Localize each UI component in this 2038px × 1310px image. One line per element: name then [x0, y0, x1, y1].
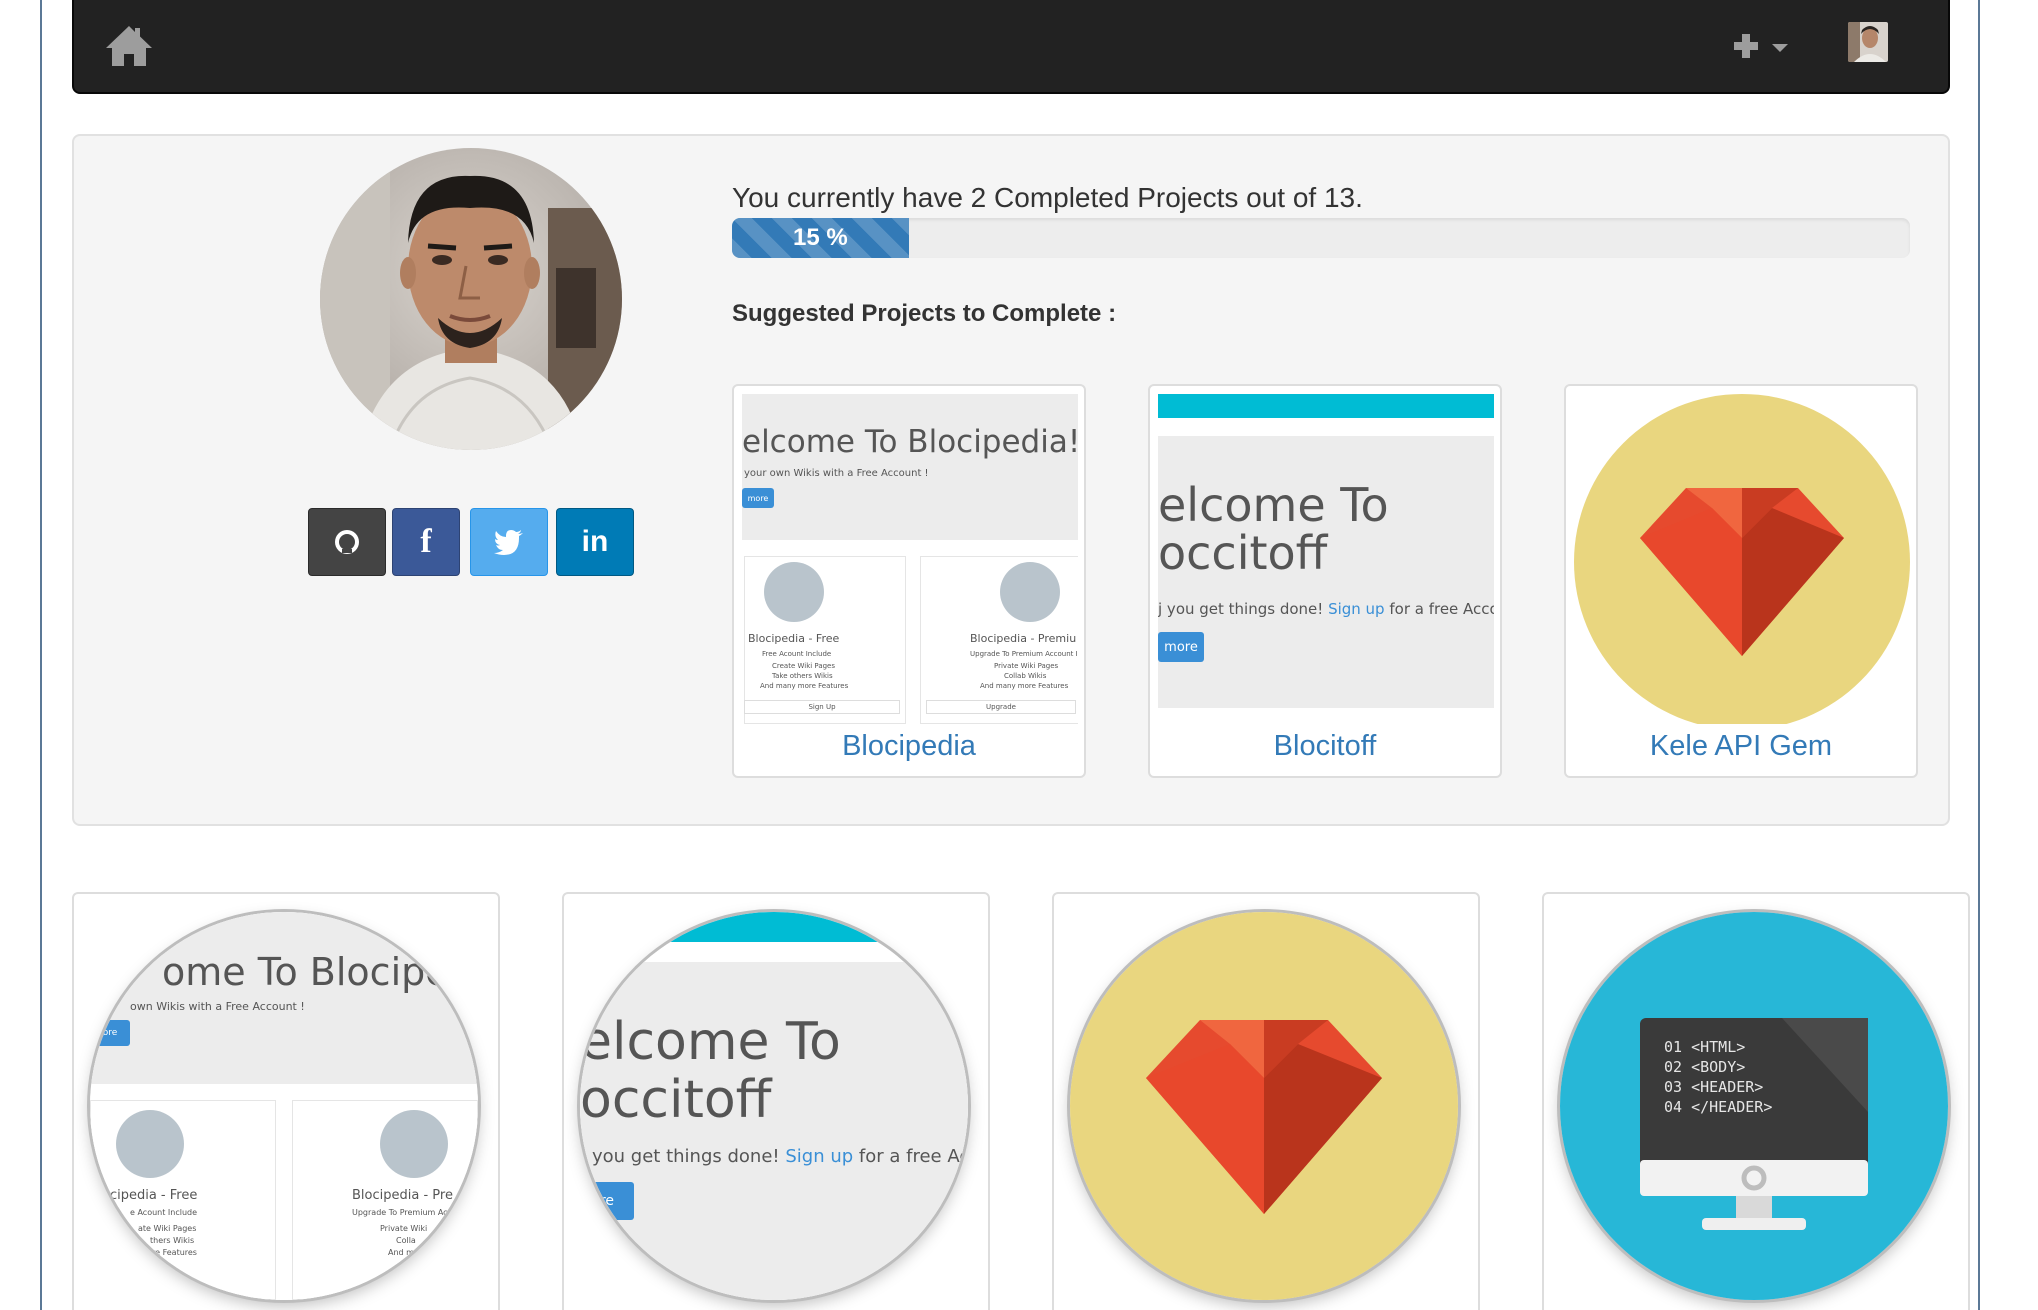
github-icon — [335, 530, 359, 554]
plus-icon — [1734, 34, 1758, 58]
twitter-icon — [494, 530, 523, 555]
page-border-left — [40, 0, 42, 1310]
project-caption[interactable]: Blocitoff — [1150, 730, 1500, 763]
document-icon — [116, 1110, 184, 1178]
monitor-code-icon: 01 <HTML> 02 <BODY> 03 <HEADER> 04 </HEA… — [1560, 912, 1948, 1300]
suggested-project-card-blocitoff[interactable]: elcome To occitoff j you get things done… — [1148, 384, 1502, 778]
home-button[interactable] — [104, 22, 154, 70]
code-line-1: 01 <HTML> — [1664, 1038, 1745, 1056]
project-card-html-css[interactable]: 01 <HTML> 02 <BODY> 03 <HEADER> 04 </HEA… — [1542, 892, 1970, 1310]
page-border-right — [1978, 0, 1980, 1310]
twitter-button[interactable] — [470, 508, 548, 576]
ruby-gem-icon — [1574, 394, 1910, 724]
suggested-project-card-kele-api-gem[interactable]: Kele API Gem — [1564, 384, 1918, 778]
profile-photo — [320, 148, 622, 450]
document-icon — [380, 1110, 448, 1178]
code-line-4: 04 </HEADER> — [1664, 1098, 1772, 1116]
linkedin-button[interactable]: in — [556, 508, 634, 576]
suggested-project-card-blocipedia[interactable]: elcome To Blocipedia! your own Wikis wit… — [732, 384, 1086, 778]
project-caption[interactable]: Kele API Gem — [1566, 730, 1916, 763]
profile-summary-panel: f in You currently have 2 Completed Proj… — [72, 134, 1950, 826]
project-caption[interactable]: Blocipedia — [734, 730, 1084, 763]
project-thumbnail — [1574, 394, 1910, 724]
user-avatar[interactable] — [1848, 22, 1888, 62]
project-thumbnail: elcome To Blocipedia! your own Wikis wit… — [742, 394, 1078, 724]
document-icon — [764, 562, 824, 622]
completion-summary: You currently have 2 Completed Projects … — [732, 182, 1363, 213]
facebook-button[interactable]: f — [392, 508, 460, 576]
progress-bar-fill: 15 % — [732, 218, 909, 258]
project-thumbnail: elcome To occitoff j you get things done… — [1158, 394, 1494, 724]
suggested-projects-heading: Suggested Projects to Complete : — [732, 300, 1117, 327]
home-icon — [106, 26, 152, 66]
project-thumbnail-circle: elcome To occitoff you get things done! … — [580, 912, 968, 1300]
code-line-3: 03 <HEADER> — [1664, 1078, 1763, 1096]
avatar-image — [1848, 22, 1888, 62]
project-card-blocitoff[interactable]: elcome To occitoff you get things done! … — [562, 892, 990, 1310]
document-icon — [1000, 562, 1060, 622]
code-line-2: 02 <BODY> — [1664, 1058, 1745, 1076]
ruby-gem-icon — [1070, 912, 1458, 1300]
completion-progress: 15 % — [732, 218, 1910, 258]
project-thumbnail-circle: 01 <HTML> 02 <BODY> 03 <HEADER> 04 </HEA… — [1560, 912, 1948, 1300]
project-card-blocipedia[interactable]: ome To Blocipedi own Wikis with a Free A… — [72, 892, 500, 1310]
caret-down-icon — [1772, 44, 1788, 52]
project-card-kele-api-gem[interactable] — [1052, 892, 1480, 1310]
linkedin-icon: in — [581, 525, 609, 558]
top-navbar — [72, 0, 1950, 94]
project-thumbnail-circle — [1070, 912, 1458, 1300]
github-button[interactable] — [308, 508, 386, 576]
page: { "navbar": { "home_icon": "home-icon", … — [0, 0, 2038, 1310]
facebook-icon: f — [420, 523, 432, 560]
progress-label: 15 % — [792, 224, 848, 251]
add-menu-dropdown[interactable] — [1732, 26, 1796, 66]
project-thumbnail-circle: ome To Blocipedi own Wikis with a Free A… — [90, 912, 478, 1300]
